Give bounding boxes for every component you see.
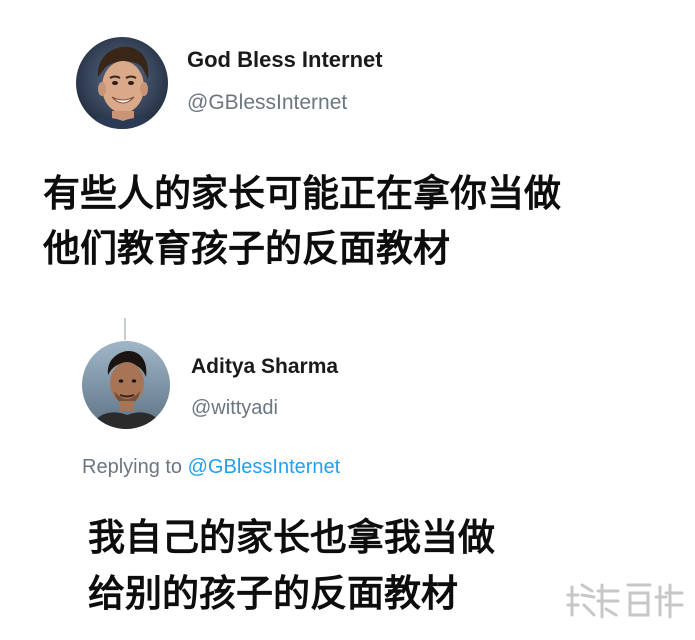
tweet-text-line: 我自己的家长也拿我当做 (88, 516, 495, 559)
watermark-logo (566, 575, 686, 625)
replying-to-label: Replying to (82, 456, 183, 478)
author-name[interactable]: Aditya Sharma (191, 355, 338, 379)
watermark-icon (566, 583, 684, 619)
replying-to: Replying to @GBlessInternet (82, 456, 340, 479)
tweet-text-line: 有些人的家长可能正在拿你当做 (43, 172, 561, 215)
avatar-photo (76, 37, 168, 129)
avatar[interactable] (76, 37, 168, 129)
replying-to-mention[interactable]: @GBlessInternet (188, 456, 341, 478)
tweet-text-line: 他们教育孩子的反面教材 (43, 227, 450, 270)
tweet-text: 有些人的家长可能正在拿你当做 他们教育孩子的反面教材 (43, 166, 683, 276)
author-handle[interactable]: @GBlessInternet (187, 91, 347, 115)
thread-connector (124, 318, 126, 340)
author-handle[interactable]: @wittyadi (191, 397, 278, 420)
avatar[interactable] (82, 341, 170, 429)
avatar-photo (82, 341, 170, 429)
author-name[interactable]: God Bless Internet (187, 47, 383, 73)
